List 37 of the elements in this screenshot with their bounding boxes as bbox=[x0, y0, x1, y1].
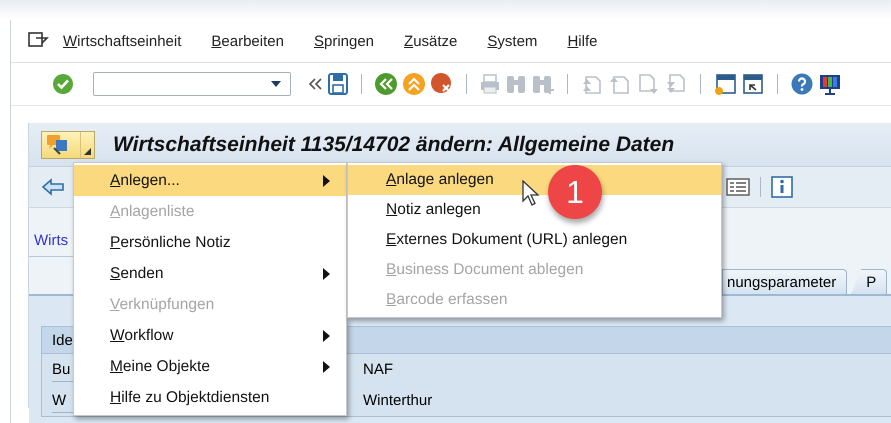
menu-item[interactable]: Wirtschaftseinheit bbox=[63, 32, 182, 50]
back-arrow-icon[interactable] bbox=[41, 177, 65, 197]
save-icon[interactable] bbox=[327, 72, 349, 96]
monitor-icon[interactable] bbox=[818, 72, 842, 96]
menu-item[interactable]: Externes Dokument (URL) anlegen bbox=[348, 225, 721, 255]
tab[interactable]: nungsparameter bbox=[722, 269, 848, 294]
back-icon[interactable] bbox=[374, 72, 398, 96]
services-menu-button[interactable] bbox=[41, 130, 95, 158]
field-label: Bu bbox=[52, 360, 70, 378]
menu-item[interactable]: Springen bbox=[314, 32, 374, 50]
menu-item[interactable]: Hilfe bbox=[567, 32, 598, 50]
enter-icon[interactable] bbox=[51, 72, 75, 96]
dropdown-arrow-icon[interactable] bbox=[270, 80, 282, 88]
menu-item[interactable]: Senden bbox=[74, 258, 346, 289]
new-window-icon[interactable] bbox=[713, 72, 737, 96]
menu-item[interactable]: Bearbeiten bbox=[211, 32, 284, 50]
command-field[interactable] bbox=[93, 72, 291, 96]
window-title: Wirtschaftseinheit 1135/14702 ändern: Allgemeine Daten bbox=[113, 132, 674, 156]
object-services-icon[interactable] bbox=[46, 134, 70, 156]
field-value: NAF bbox=[363, 361, 394, 378]
menu-item[interactable]: Meine Objekte bbox=[74, 351, 346, 382]
field-value: Winterthur bbox=[363, 392, 434, 409]
menu-item[interactable]: Anlegen... bbox=[74, 165, 346, 196]
cursor-icon bbox=[522, 180, 540, 206]
menu-item[interactable]: Hilfe zu Objektdiensten bbox=[74, 382, 346, 413]
field-label: W bbox=[52, 392, 66, 408]
breadcrumb-link[interactable]: Wirts bbox=[34, 232, 68, 249]
help-icon[interactable] bbox=[790, 72, 814, 96]
list-icon[interactable] bbox=[726, 178, 750, 196]
menu-item[interactable]: Persönliche Notiz bbox=[74, 227, 346, 258]
menu-item[interactable]: Zusätze bbox=[404, 32, 458, 50]
dropdown-corner-icon[interactable] bbox=[84, 148, 91, 154]
cancel-icon[interactable] bbox=[430, 72, 454, 96]
tab[interactable]: P bbox=[851, 269, 888, 294]
info-icon[interactable] bbox=[771, 176, 793, 198]
shortcut-window-icon[interactable] bbox=[741, 72, 765, 96]
menu-item[interactable]: System bbox=[487, 32, 538, 50]
